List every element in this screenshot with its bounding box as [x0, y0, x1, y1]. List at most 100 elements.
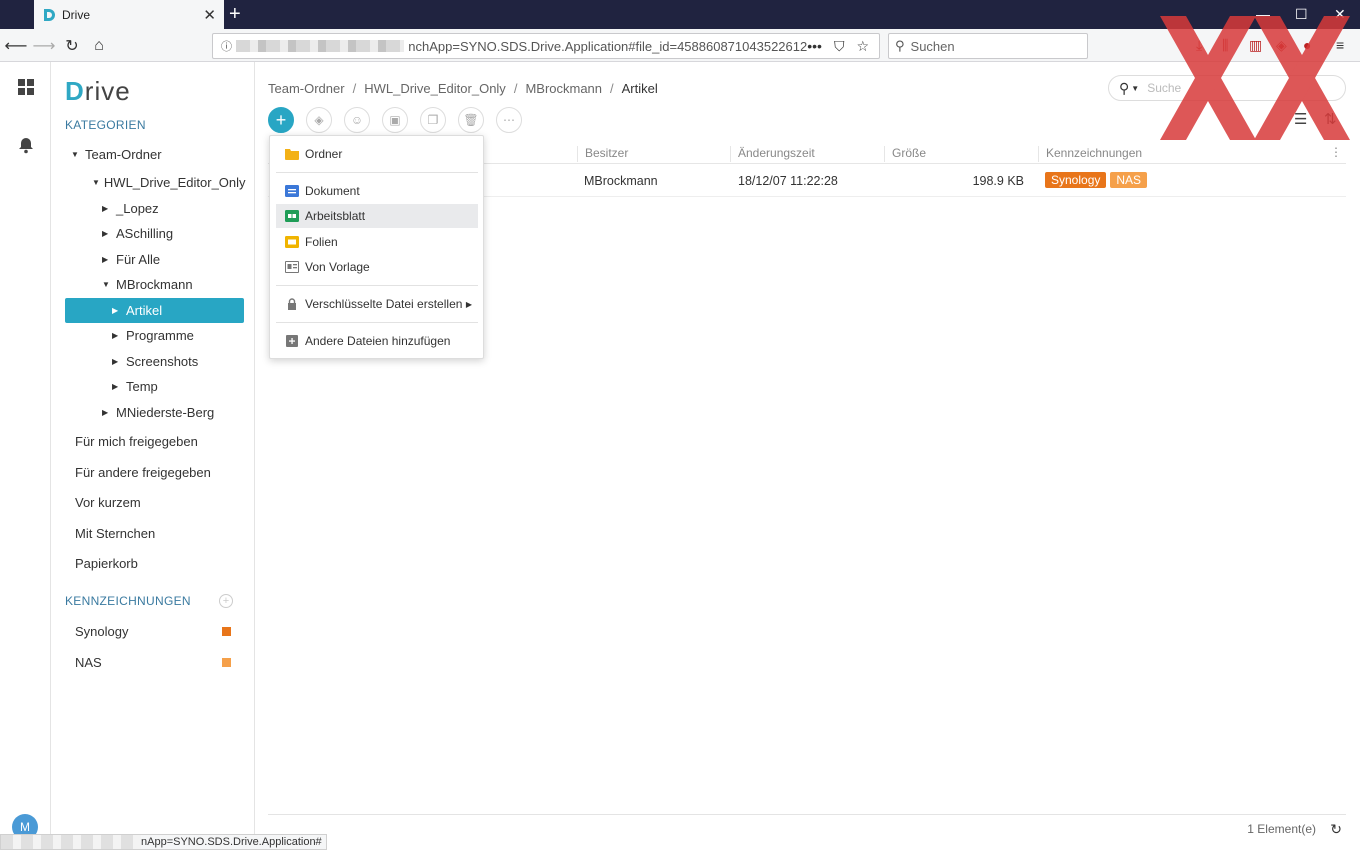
- collapsed-icon[interactable]: ▶: [112, 306, 122, 315]
- close-window-icon[interactable]: ✕: [1334, 6, 1346, 23]
- column-owner[interactable]: Besitzer: [577, 146, 628, 162]
- search-dropdown-icon[interactable]: ▼: [1131, 84, 1139, 93]
- share-user-icon[interactable]: ☺: [344, 107, 370, 133]
- notification-bell-icon[interactable]: [17, 136, 35, 154]
- item-count: 1 Element(e): [1247, 822, 1316, 836]
- search-icon: ⚲: [1119, 79, 1130, 96]
- menu-item-folder[interactable]: Ordner: [276, 142, 478, 166]
- column-size[interactable]: Größe: [884, 146, 926, 162]
- file-search-input[interactable]: ⚲ ▼ Suche: [1108, 75, 1346, 101]
- reload-icon[interactable]: ↻: [61, 35, 83, 57]
- menu-item-encrypted-file[interactable]: Verschlüsselte Datei erstellen ▶: [276, 292, 478, 316]
- delete-icon[interactable]: 🗑: [458, 107, 484, 133]
- menu-item-slides[interactable]: Folien: [276, 230, 478, 254]
- create-button[interactable]: +: [268, 107, 294, 133]
- download-icon[interactable]: ⤓: [1196, 37, 1202, 54]
- menu-item-spreadsheet[interactable]: Arbeitsblatt: [276, 204, 478, 228]
- collapsed-icon[interactable]: ▶: [112, 357, 122, 366]
- column-modified[interactable]: Änderungszeit: [730, 146, 815, 162]
- collapsed-icon[interactable]: ▶: [102, 408, 112, 417]
- copy-icon[interactable]: ❐: [420, 107, 446, 133]
- slides-icon: [285, 236, 299, 248]
- bookmark-star-icon[interactable]: ☆: [856, 38, 869, 55]
- pocket-icon[interactable]: ⛉: [834, 38, 845, 55]
- tag-color-swatch: [222, 658, 231, 667]
- expanded-icon[interactable]: ▼: [71, 150, 81, 159]
- nav-shared-with-others[interactable]: Für andere freigegeben: [75, 465, 211, 480]
- add-tag-icon[interactable]: +: [219, 594, 233, 608]
- drive-logo: Drive: [65, 76, 131, 106]
- nav-shared-with-me[interactable]: Für mich freigegeben: [75, 434, 198, 449]
- expanded-icon[interactable]: ▼: [92, 178, 100, 187]
- tree-item-screenshots[interactable]: ▶ Screenshots: [112, 349, 243, 374]
- tree-item-mbrockmann[interactable]: ▼ MBrockmann: [102, 272, 243, 297]
- collapsed-icon[interactable]: ▶: [102, 229, 112, 238]
- template-icon: [285, 261, 299, 273]
- new-tab-icon[interactable]: +: [229, 3, 241, 25]
- library-icon[interactable]: ⫼: [1222, 37, 1228, 54]
- collapsed-icon[interactable]: ▶: [112, 382, 122, 391]
- breadcrumb-current: Artikel: [621, 81, 658, 96]
- collapsed-icon[interactable]: ▶: [112, 331, 122, 340]
- browser-tab[interactable]: Drive ✕: [34, 0, 224, 29]
- tree-item-mniederste-berg[interactable]: ▶ MNiederste-Berg: [102, 400, 243, 425]
- nav-starred[interactable]: Mit Sternchen: [75, 526, 155, 541]
- folder-icon: [285, 149, 299, 160]
- addon-icon[interactable]: ●: [1303, 37, 1311, 53]
- tag-nas[interactable]: NAS: [75, 655, 231, 670]
- tree-item-hwl-drive[interactable]: ▼ HWL_Drive_Editor_Only: [92, 170, 246, 195]
- collapsed-icon[interactable]: ▶: [102, 204, 112, 213]
- refresh-icon[interactable]: ↻: [1330, 821, 1342, 838]
- tree-item-artikel[interactable]: ▶ Artikel: [65, 298, 244, 323]
- breadcrumb-item[interactable]: Team-Ordner: [268, 81, 345, 96]
- nav-recent[interactable]: Vor kurzem: [75, 495, 141, 510]
- extension-icon[interactable]: ◈: [1276, 37, 1287, 54]
- menu-item-template[interactable]: Von Vorlage: [276, 255, 478, 279]
- tree-item-programme[interactable]: ▶ Programme: [112, 323, 243, 348]
- home-icon[interactable]: ⌂: [88, 35, 110, 57]
- submenu-arrow-icon: ▶: [465, 299, 472, 309]
- tree-item-temp[interactable]: ▶ Temp: [112, 374, 243, 399]
- breadcrumb-item[interactable]: HWL_Drive_Editor_Only: [364, 81, 506, 96]
- site-info-icon[interactable]: ⓘ: [221, 38, 232, 54]
- browser-search-placeholder: Suchen: [910, 38, 955, 54]
- sort-icon[interactable]: ⇅: [1324, 110, 1337, 128]
- menu-item-document[interactable]: Dokument: [276, 179, 478, 203]
- tree-item-fur-alle[interactable]: ▶ Für Alle: [102, 247, 243, 272]
- tag-synology[interactable]: Synology: [75, 624, 231, 639]
- create-menu: Ordner Dokument Arbeitsblatt Folien Von …: [269, 135, 484, 359]
- back-icon[interactable]: ⟵: [5, 35, 28, 57]
- move-folder-icon[interactable]: ▣: [382, 107, 408, 133]
- list-view-icon[interactable]: ☰: [1294, 110, 1307, 128]
- page-actions-icon[interactable]: •••: [807, 38, 822, 55]
- tag-badge: Synology: [1045, 172, 1107, 188]
- tag-badge: NAS: [1110, 172, 1148, 188]
- url-bar[interactable]: ⓘ nchApp=SYNO.SDS.Drive.Application#file…: [212, 33, 880, 59]
- column-options-icon[interactable]: ⋮: [1330, 145, 1342, 159]
- sidebar-toggle-icon[interactable]: ▥: [1249, 37, 1262, 54]
- browser-navbar: ⟵ ⟶ ↻ ⌂ ⓘ nchApp=SYNO.SDS.Drive.Applicat…: [0, 29, 1360, 62]
- row-tags: Synology NAS: [1045, 172, 1151, 188]
- tree-item-lopez[interactable]: ▶ _Lopez: [102, 196, 243, 221]
- tree-item-team-ordner[interactable]: ▼ Team-Ordner: [71, 142, 243, 167]
- nav-trash[interactable]: Papierkorb: [75, 556, 138, 571]
- row-modified: 18/12/07 11:22:28: [738, 174, 838, 188]
- breadcrumb-item[interactable]: MBrockmann: [525, 81, 602, 96]
- minimize-icon[interactable]: —: [1256, 6, 1270, 22]
- collapsed-icon[interactable]: ▶: [102, 255, 112, 264]
- sidebar: Drive KATEGORIEN ▼ Team-Ordner ▼ HWL_Drive…: [51, 62, 255, 850]
- more-icon[interactable]: ⋯: [496, 107, 522, 133]
- maximize-icon[interactable]: ☐: [1295, 6, 1308, 23]
- expanded-icon[interactable]: ▼: [102, 280, 112, 289]
- file-search-placeholder: Suche: [1147, 81, 1182, 95]
- tag-icon[interactable]: ◈: [306, 107, 332, 133]
- forward-icon[interactable]: ⟶: [33, 35, 56, 57]
- tab-close-icon[interactable]: ✕: [203, 6, 216, 24]
- toolbar: + ◈ ☺ ▣ ❐ 🗑 ⋯: [268, 107, 522, 133]
- apps-grid-icon[interactable]: [17, 78, 35, 96]
- menu-icon[interactable]: ≡: [1336, 37, 1344, 53]
- column-tags[interactable]: Kennzeichnungen: [1038, 146, 1142, 162]
- browser-search[interactable]: ⚲ Suchen: [888, 33, 1088, 59]
- menu-item-add-files[interactable]: Andere Dateien hinzufügen: [276, 329, 478, 353]
- tree-item-aschilling[interactable]: ▶ ASchilling: [102, 221, 243, 246]
